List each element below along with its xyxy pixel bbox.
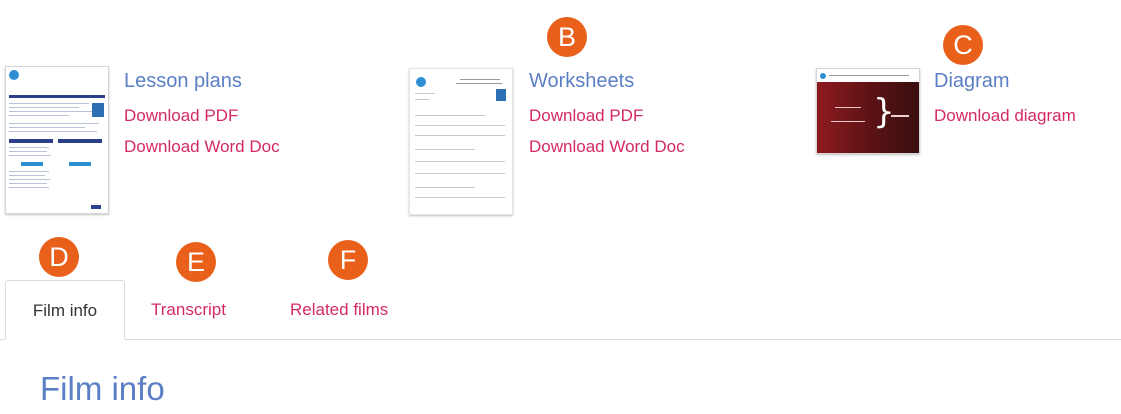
diagram-link[interactable]: Diagram <box>934 71 1010 91</box>
annotation-badge-f: F <box>328 240 368 280</box>
worksheets-download-pdf[interactable]: Download PDF <box>529 107 643 124</box>
worksheets-thumbnail[interactable] <box>409 68 513 215</box>
annotation-badge-b: B <box>547 17 587 57</box>
tab-related-films[interactable]: Related films <box>290 280 388 340</box>
page-title: Film info <box>40 370 165 407</box>
lesson-plans-download-pdf[interactable]: Download PDF <box>124 107 238 124</box>
tab-transcript[interactable]: Transcript <box>151 280 226 340</box>
logo-icon <box>9 70 19 80</box>
logo-icon <box>416 77 426 87</box>
thumbnail-header-bar <box>9 95 105 98</box>
worksheets-link[interactable]: Worksheets <box>529 71 634 91</box>
diagram-download[interactable]: Download diagram <box>934 107 1076 124</box>
worksheets-download-word[interactable]: Download Word Doc <box>529 138 685 155</box>
diagram-thumbnail[interactable]: } <box>816 68 920 154</box>
tab-film-info[interactable]: Film info <box>5 280 125 340</box>
annotation-badge-e: E <box>176 242 216 282</box>
lesson-plans-thumbnail[interactable] <box>5 66 109 214</box>
lesson-plans-download-word[interactable]: Download Word Doc <box>124 138 280 155</box>
annotation-badge-d: D <box>39 237 79 277</box>
lesson-plans-link[interactable]: Lesson plans <box>124 71 242 91</box>
annotation-badge-c: C <box>943 25 983 65</box>
